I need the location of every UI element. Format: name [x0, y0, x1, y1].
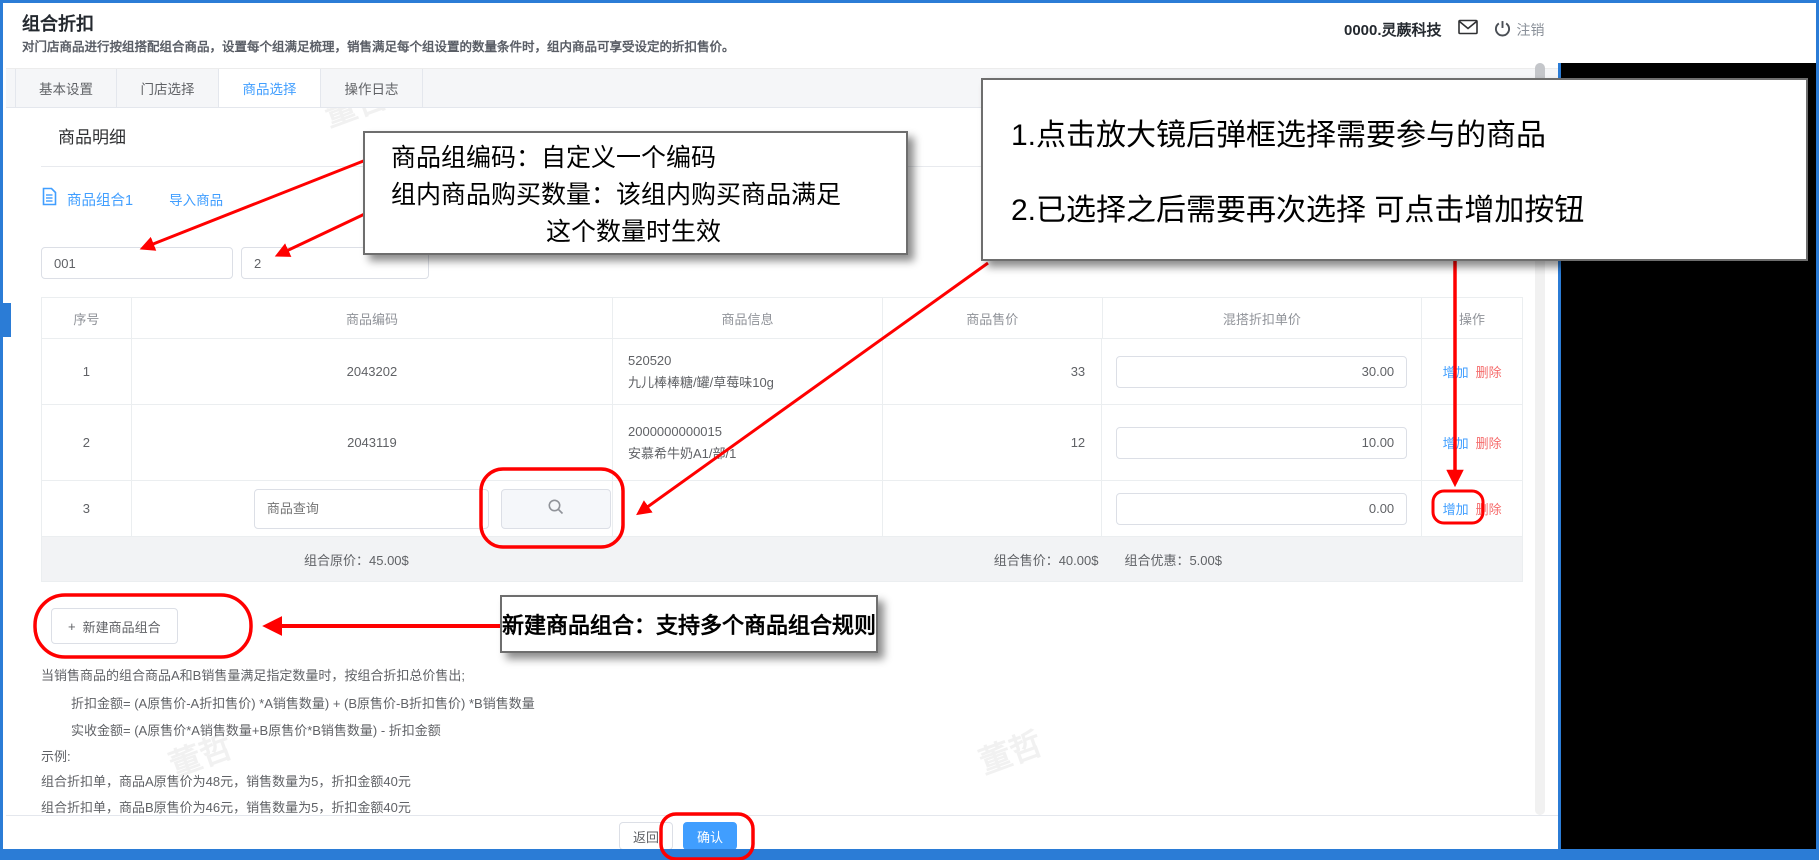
- add-button[interactable]: 增加: [1443, 362, 1469, 381]
- delete-button[interactable]: 删除: [1476, 433, 1502, 452]
- cell-info: 2000000000015 安慕希牛奶A1/部/1: [613, 405, 883, 480]
- app-window: 董哲 董哲 董哲 董哲 董哲 董哲 董哲 组合折扣 对门店商品进行按组搭配组合商…: [0, 0, 1819, 860]
- total-saving: 组合优惠：5.00$: [1124, 552, 1222, 568]
- group-code-input[interactable]: [41, 247, 233, 279]
- cell-seq: 1: [42, 339, 132, 404]
- confirm-button[interactable]: 确认: [683, 822, 737, 850]
- callout-line: 这个数量时生效: [545, 218, 721, 246]
- account-name: 0000.灵蕨科技: [1344, 22, 1442, 39]
- info-name: 安慕希牛奶A1/部/1: [628, 445, 737, 461]
- callout-select-products: 1.点击放大镜后弹框选择需要参与的商品 2.已选择之后需要再次选择 可点击增加按…: [981, 78, 1808, 261]
- col-header-price: 商品售价: [883, 298, 1103, 338]
- tab-product-selection[interactable]: 商品选择: [219, 69, 321, 107]
- cell-seq: 3: [42, 481, 132, 536]
- cell-info: [613, 481, 883, 536]
- note-line: 折扣金额= (A原售价-A折扣售价) *A销售数量) + (B原售价-B折扣售价…: [71, 696, 535, 711]
- cell-code: 2043119: [132, 405, 613, 480]
- cell-code: 2043202: [132, 339, 613, 404]
- new-group-label: 新建商品组合: [82, 619, 161, 635]
- logout-button[interactable]: 注销: [1494, 20, 1545, 40]
- divider: [6, 815, 1558, 816]
- note-line: 实收金额= (A原售价*A销售数量+B原售价*B销售数量) - 折扣金额: [71, 723, 441, 738]
- callout-line: 新建商品组合：支持多个商品组合规则: [502, 613, 877, 638]
- discount-price-input[interactable]: [1116, 355, 1408, 388]
- product-table: 序号 商品编码 商品信息 商品售价 混搭折扣单价 操作 1 2043202 52…: [41, 297, 1523, 582]
- tab-basic-settings[interactable]: 基本设置: [15, 69, 117, 107]
- callout-line: 组内商品购买数量：该组内购买商品满足: [391, 181, 842, 209]
- cell-price: 12: [883, 405, 1103, 480]
- logout-label: 注销: [1516, 21, 1545, 38]
- document-icon: [41, 187, 57, 211]
- note-line: 示例:: [41, 749, 71, 764]
- tab-store-selection[interactable]: 门店选择: [117, 69, 219, 107]
- callout-line: 商品组编码：自定义一个编码: [391, 144, 717, 172]
- info-barcode: 520520: [628, 352, 672, 368]
- search-button[interactable]: [500, 488, 611, 529]
- user-cluster: 0000.灵蕨科技 注销: [1344, 19, 1545, 40]
- import-products-link[interactable]: 导入商品: [169, 189, 223, 209]
- envelope-icon[interactable]: [1457, 19, 1478, 40]
- cell-info: 520520 九儿棒棒糖/罐/草莓味10g: [613, 339, 883, 404]
- section-title: 商品明细: [58, 128, 126, 147]
- info-barcode: 2000000000015: [628, 423, 722, 439]
- add-button[interactable]: 增加: [1443, 433, 1469, 452]
- col-header-seq: 序号: [42, 298, 132, 338]
- watermark: 董哲: [974, 725, 1047, 781]
- col-header-ops: 操作: [1459, 311, 1486, 327]
- table-header-row: 序号 商品编码 商品信息 商品售价 混搭折扣单价 操作: [42, 298, 1522, 339]
- cell-price: [883, 481, 1103, 536]
- cell-seq: 2: [42, 405, 132, 480]
- table-row: 3 增加 删除: [42, 481, 1522, 537]
- discount-price-input[interactable]: [1116, 492, 1408, 525]
- totals-row: 组合原价：45.00$ 组合售价：40.00$ 组合优惠：5.00$: [42, 537, 1522, 581]
- table-row: 2 2043119 2000000000015 安慕希牛奶A1/部/1 12 增加…: [42, 405, 1522, 481]
- page-subtitle: 对门店商品进行按组搭配组合商品，设置每个组满足梳理，销售满足每个组设置的数量条件…: [22, 40, 735, 54]
- cell-price: 33: [883, 339, 1103, 404]
- group-name-tab[interactable]: 商品组合1: [67, 189, 133, 210]
- note-line: 当销售商品的组合商品A和B销售量满足指定数量时，按组合折扣总价售出;: [41, 668, 465, 683]
- callout-new-group: 新建商品组合：支持多个商品组合规则: [500, 595, 878, 653]
- callout-group-inputs: 商品组编码：自定义一个编码 组内商品购买数量：该组内购买商品满足 这个数量时生效: [363, 131, 908, 255]
- left-edge-marker: [3, 303, 11, 337]
- back-button[interactable]: 返回: [619, 822, 673, 850]
- col-header-info: 商品信息: [613, 298, 883, 338]
- col-header-discount: 混搭折扣单价: [1103, 298, 1423, 338]
- discount-price-input[interactable]: [1116, 426, 1408, 459]
- callout-line: 1.点击放大镜后弹框选择需要参与的商品: [1011, 119, 1547, 153]
- delete-button[interactable]: 删除: [1476, 499, 1502, 518]
- total-original: 组合原价：45.00$: [304, 552, 409, 568]
- note-line: 组合折扣单，商品A原售价为48元，销售数量为5，折扣金额40元: [41, 774, 411, 789]
- plus-icon: +: [68, 618, 76, 634]
- magnifier-icon: [547, 498, 565, 519]
- page-title: 组合折扣: [22, 14, 94, 34]
- col-header-code: 商品编码: [132, 298, 614, 338]
- window-bottom-edge: [3, 849, 1816, 860]
- info-name: 九儿棒棒糖/罐/草莓味10g: [628, 374, 774, 390]
- power-icon: [1494, 20, 1511, 40]
- app-header: 组合折扣 对门店商品进行按组搭配组合商品，设置每个组满足梳理，销售满足每个组设置…: [6, 3, 1558, 68]
- new-product-group-button[interactable]: + 新建商品组合: [51, 608, 178, 644]
- callout-line: 2.已选择之后需要再次选择 可点击增加按钮: [1011, 193, 1585, 227]
- product-search-input[interactable]: [253, 488, 489, 529]
- tab-operation-log[interactable]: 操作日志: [321, 69, 423, 107]
- note-line: 组合折扣单，商品B原售价为46元，销售数量为5，折扣金额40元: [41, 800, 411, 815]
- table-row: 1 2043202 520520 九儿棒棒糖/罐/草莓味10g 33 增加 删除: [42, 339, 1522, 405]
- delete-button[interactable]: 删除: [1476, 362, 1502, 381]
- add-button[interactable]: 增加: [1443, 499, 1469, 518]
- total-sale: 组合售价：40.00$: [993, 552, 1099, 568]
